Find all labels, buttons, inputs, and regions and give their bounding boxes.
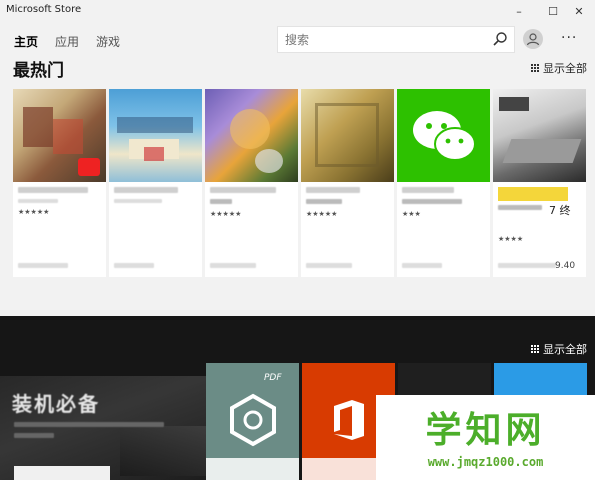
watermark-title: 学知网: [425, 410, 546, 451]
tab-home[interactable]: 主页: [14, 33, 38, 50]
account-avatar[interactable]: [523, 29, 543, 49]
game-thumbnail-icon: [109, 89, 202, 182]
close-button[interactable]: ✕: [560, 0, 595, 22]
minimize-button[interactable]: –: [500, 0, 538, 22]
app-card[interactable]: ★★★★★: [13, 89, 106, 277]
app-card[interactable]: ★★★★★: [301, 89, 394, 277]
section-title: 最热门: [13, 61, 64, 81]
rating-stars: ★★★★★: [306, 210, 338, 218]
search-box[interactable]: [277, 26, 515, 53]
rating-stars: ★★★★★: [18, 208, 50, 216]
game-thumbnail-icon: [13, 89, 106, 182]
search-input[interactable]: [278, 27, 478, 52]
tab-apps[interactable]: 应用: [55, 33, 79, 50]
more-menu-button[interactable]: ···: [561, 30, 577, 46]
watermark-url: www.jmqz1000.com: [427, 455, 544, 469]
banner-subtitle: [14, 422, 174, 440]
game-thumbnail-icon: [205, 89, 298, 182]
search-icon[interactable]: [492, 31, 508, 51]
wechat-icon: [397, 89, 490, 182]
app-card[interactable]: 7 终 ★★★★ 9.40: [493, 89, 586, 277]
title-bar: Microsoft Store – ☐ ✕: [0, 0, 595, 22]
rating-stars: ★★★: [402, 210, 421, 218]
office-icon: [332, 399, 366, 444]
price-label: 9.40: [555, 261, 576, 271]
grid-icon: [531, 345, 539, 353]
watermark: 学知网 www.jmqz1000.com: [376, 395, 595, 480]
app-card[interactable]: ★★★: [397, 89, 490, 277]
rating-stars: ★★★★: [498, 235, 524, 243]
app-card[interactable]: ★★★★★: [205, 89, 298, 277]
show-all-label: 显示全部: [543, 343, 587, 356]
show-all-link[interactable]: 显示全部: [531, 341, 587, 357]
pdf-label: PDF: [264, 373, 282, 383]
show-all-link[interactable]: 显示全部: [531, 60, 587, 76]
game-thumbnail-icon: [301, 89, 394, 182]
user-icon: [526, 33, 540, 46]
rating-stars: ★★★★★: [210, 210, 242, 218]
app-tile[interactable]: PDF: [206, 363, 299, 480]
hexagon-nut-icon: [225, 392, 281, 452]
game-thumbnail-icon: [493, 89, 586, 182]
window-title: Microsoft Store: [6, 4, 82, 15]
tab-games[interactable]: 游戏: [96, 33, 120, 50]
app-card[interactable]: [109, 89, 202, 277]
show-all-label: 显示全部: [543, 62, 587, 75]
banner-button[interactable]: [14, 466, 110, 480]
banner-title: 装机必备: [12, 392, 100, 416]
grid-icon: [531, 64, 539, 72]
